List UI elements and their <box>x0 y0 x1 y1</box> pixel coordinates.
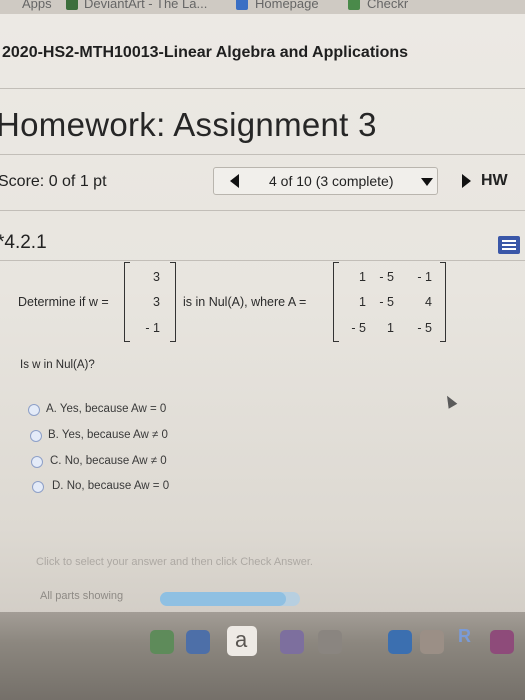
matrix-cell: 1 <box>359 295 366 309</box>
app-icon[interactable] <box>420 630 444 654</box>
app-icon[interactable] <box>490 630 514 654</box>
matrix-right-bracket <box>440 262 446 342</box>
option-c-radio[interactable] <box>31 456 43 468</box>
divider <box>0 210 525 211</box>
option-b-label[interactable]: B. Yes, because Aw ≠ 0 <box>48 429 168 441</box>
matrix-cell: - 5 <box>379 270 394 284</box>
question-menu-icon[interactable] <box>498 236 520 254</box>
matrix-cell: 4 <box>425 295 432 309</box>
divider <box>0 154 525 155</box>
matrix-cell: - 5 <box>351 321 366 335</box>
dock: a R <box>0 612 525 700</box>
score-row: Score: 0 of 1 pt 4 of 10 (3 complete) HW <box>0 164 525 204</box>
checkr-icon <box>348 0 360 10</box>
divider <box>0 260 525 261</box>
progress-bar <box>160 592 300 606</box>
determine-label: Determine if w = <box>18 295 109 309</box>
app-icon[interactable] <box>318 630 342 654</box>
homework-page: 2020-HS2-MTH10013-Linear Algebra and App… <box>0 14 525 700</box>
question-prompt: Is w in Nul(A)? <box>20 359 95 371</box>
app-icon[interactable] <box>150 630 174 654</box>
app-icon[interactable] <box>186 630 210 654</box>
question-status[interactable]: 4 of 10 (3 complete) <box>269 173 394 189</box>
next-question-icon[interactable] <box>462 174 471 188</box>
deviantart-icon <box>66 0 78 10</box>
parts-showing-label: All parts showing <box>40 590 124 602</box>
matrix-left-bracket <box>333 262 339 342</box>
page-title: Homework: Assignment 3 <box>0 106 377 143</box>
bookmark-deviantart[interactable]: DeviantArt - The La... <box>84 0 207 11</box>
option-d-label[interactable]: D. No, because Aw = 0 <box>52 480 169 492</box>
option-a-radio[interactable] <box>28 404 40 416</box>
chrome-icon[interactable] <box>388 630 412 654</box>
bookmark-checkr[interactable]: Checkr <box>367 0 408 11</box>
course-title: 2020-HS2-MTH10013-Linear Algebra and App… <box>2 44 409 61</box>
matrix-cell: 1 <box>387 321 394 335</box>
bookmarks-bar: Apps DeviantArt - The La... Homepage Che… <box>0 0 525 14</box>
w-entry: - 1 <box>145 321 160 335</box>
option-a-label[interactable]: A. Yes, because Aw = 0 <box>46 403 166 415</box>
w-right-bracket <box>170 262 176 342</box>
previous-question-icon[interactable] <box>230 174 239 188</box>
w-left-bracket <box>124 262 130 342</box>
option-b-radio[interactable] <box>30 430 42 442</box>
progress-bar-fill <box>160 592 286 606</box>
w-entry: 3 <box>153 295 160 309</box>
dock-app-r[interactable]: R <box>458 626 471 647</box>
option-c-label[interactable]: C. No, because Aw ≠ 0 <box>50 455 167 467</box>
score-text: Score: 0 of 1 pt <box>0 173 107 190</box>
instruction-hint: Click to select your answer and then cli… <box>36 556 313 568</box>
bookmark-homepage[interactable]: Homepage <box>255 0 319 11</box>
matrix-cell: - 5 <box>417 321 432 335</box>
matrix-cell: - 1 <box>417 270 432 284</box>
matrix-cell: 1 <box>359 270 366 284</box>
option-d-radio[interactable] <box>32 481 44 493</box>
question-navigator[interactable]: 4 of 10 (3 complete) <box>213 167 438 195</box>
bookmark-apps[interactable]: Apps <box>22 0 52 11</box>
w-entry: 3 <box>153 270 160 284</box>
hw-score-link[interactable]: HW <box>481 172 508 190</box>
divider <box>0 88 525 89</box>
chevron-down-icon[interactable] <box>421 178 433 186</box>
question-number: *4.2.1 <box>0 232 47 253</box>
matrix-cell: - 5 <box>379 295 394 309</box>
app-icon[interactable] <box>280 630 304 654</box>
mouse-cursor-icon <box>442 393 458 409</box>
dock-app-a-letter: a <box>235 627 248 652</box>
nul-label: is in Nul(A), where A = <box>183 295 307 309</box>
homepage-icon <box>236 0 248 10</box>
